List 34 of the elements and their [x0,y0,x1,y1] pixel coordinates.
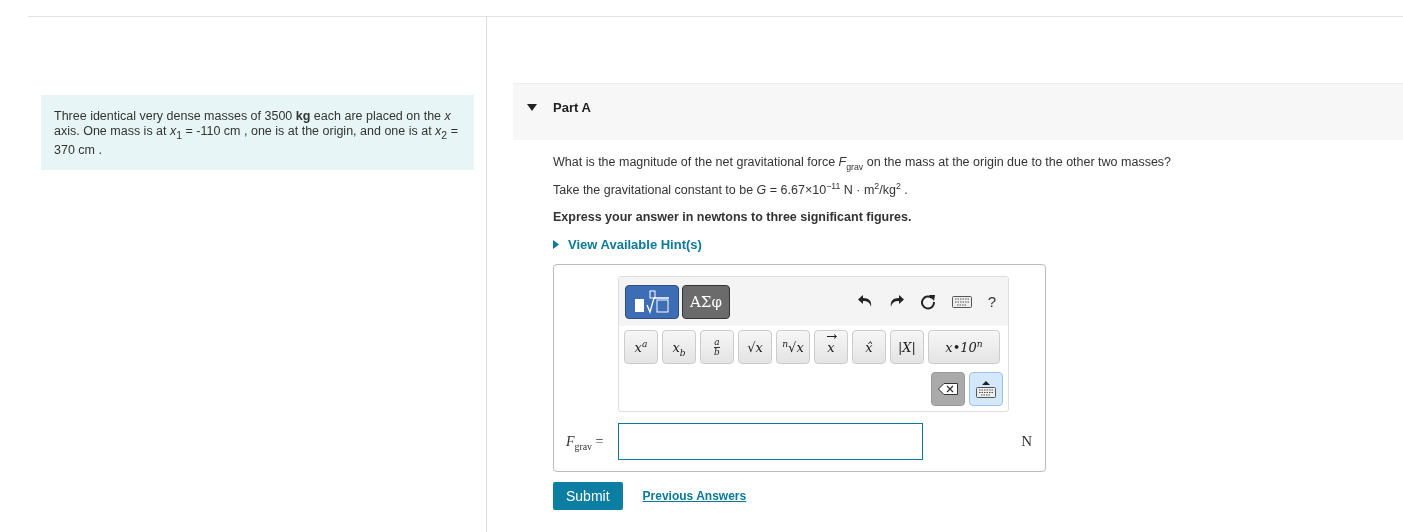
math-key[interactable]: √x [738,330,772,364]
math-key[interactable]: |X| [890,330,924,364]
question-text: What is the magnitude of the net gravitational force F$_{grav}$ on the mass at the origin due to the other two masses? [553,154,1173,170]
math-key[interactable]: x [814,330,848,364]
arrow-icon [827,333,838,339]
keyboard-icon[interactable] [951,295,972,308]
math-key[interactable]: x•10$^{n}$ [928,330,1000,364]
hints-link[interactable]: View Available Hint(s) [553,237,702,252]
math-key[interactable]: $^{n}$√x [776,330,810,364]
instruction-text: Express your answer in newtons to three significant figures. [553,210,913,224]
constant-text: Take the gravitational constant to be G = 6.67×10$^{−11}$ N · m$^{2}$/kg$^{2}$ . [553,182,909,198]
math-key[interactable]: a b [700,330,734,364]
problem-text: Three identical very dense masses of 3500 kg each are placed on the x axis. One mass is at x$_{1}$ = -110 cm , one is at the origin, and one is at x$_{2}$ = 370 cm . [41,95,474,170]
math-key[interactable]: x$_{b}$ [662,330,696,364]
math-key[interactable]: x$^{a}$ [624,330,658,364]
templates-button[interactable] [625,284,679,319]
math-key[interactable]: x̂ [852,330,886,364]
unit-label: N [1021,433,1032,450]
redo-icon[interactable] [888,295,904,308]
expand-icon [553,240,559,249]
backspace-button[interactable] [931,372,965,406]
previous-answers-link[interactable]: Previous Answers [642,489,747,503]
submit-button[interactable]: Submit [553,482,623,510]
greek-symbols-button[interactable]: ΑΣφ [682,284,730,319]
collapse-icon[interactable] [527,104,537,112]
keyboard-icon [976,380,996,398]
help-button[interactable]: ? [987,293,996,310]
keyboard-toggle-button[interactable] [969,372,1003,406]
backspace-icon [938,383,958,395]
part-title: Part A [553,100,591,115]
answer-field[interactable] [618,423,923,460]
reset-icon[interactable] [919,293,936,310]
answer-label: F$_{grav}$ = [566,433,605,450]
undo-icon[interactable] [857,295,873,308]
